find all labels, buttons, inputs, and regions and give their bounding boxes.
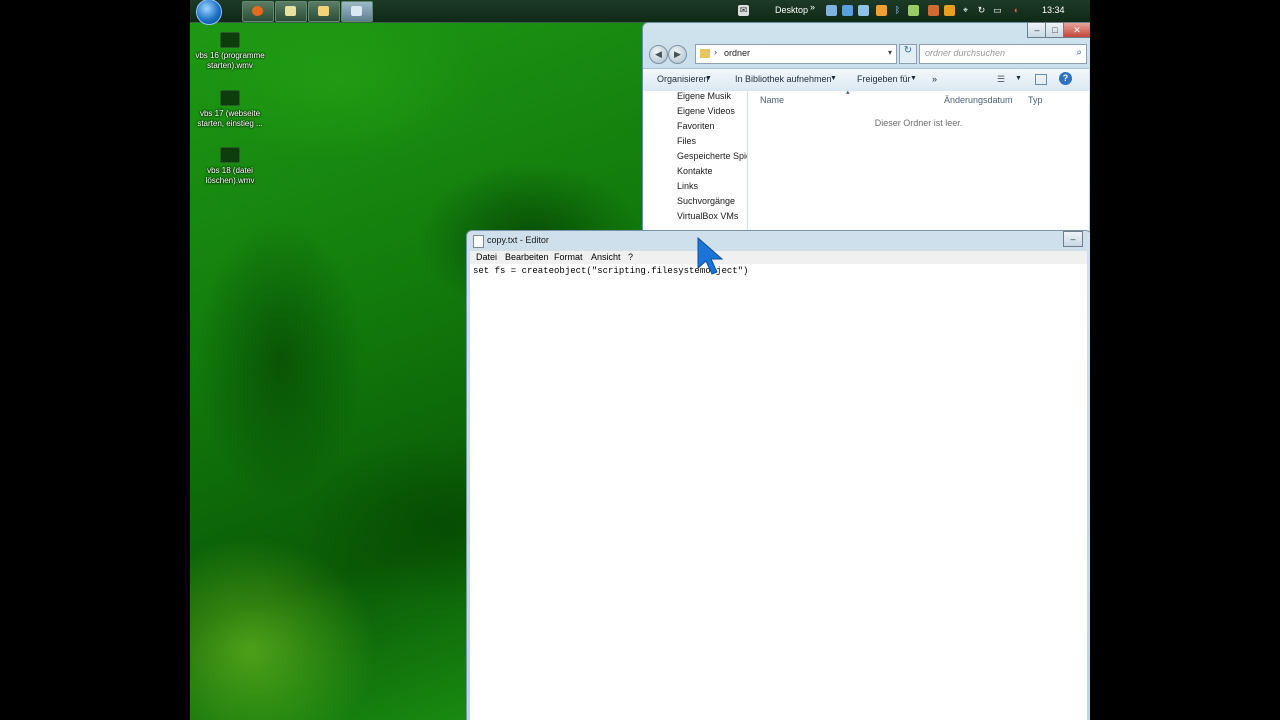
desktop-file-label: vbs 16 (programme starten).wmv: [195, 51, 265, 70]
taskbar-notes-button[interactable]: [275, 1, 307, 22]
search-input[interactable]: ordner durchsuchen ⌕: [919, 44, 1087, 64]
refresh-button[interactable]: ↻: [899, 44, 917, 64]
breadcrumb-arrow-icon[interactable]: ›: [714, 47, 717, 57]
more-commands-button[interactable]: »: [932, 74, 937, 84]
desktop-file-label: vbs 18 (datei löschen).wmv: [205, 166, 255, 185]
minimize-button[interactable]: –: [1063, 231, 1083, 247]
file-list: Name ▴ Änderungsdatum Typ Dieser Ordner …: [748, 89, 1089, 233]
start-button[interactable]: [196, 0, 222, 25]
column-type[interactable]: Typ: [1028, 95, 1043, 105]
chrome-icon[interactable]: [842, 5, 853, 16]
menu-format[interactable]: Format: [554, 252, 583, 262]
sync-icon[interactable]: ↻: [976, 5, 987, 16]
search-placeholder: ordner durchsuchen: [925, 48, 1006, 58]
navigation-pane: Eigene Musik Eigene Videos Favoriten Fil…: [643, 91, 748, 233]
help-icon[interactable]: ?: [1059, 72, 1072, 85]
share-button[interactable]: Freigeben für: [857, 74, 911, 84]
notepad-icon: [351, 6, 362, 16]
mouse-cursor-icon: [697, 236, 724, 275]
network-icon[interactable]: [826, 5, 837, 16]
preview-pane-icon[interactable]: [1035, 74, 1047, 85]
command-bar: Organisieren ▼ In Bibliothek aufnehmen ▼…: [643, 68, 1089, 92]
nav-item-videos[interactable]: Eigene Videos: [677, 106, 747, 116]
folder-icon: [700, 49, 710, 58]
forward-button[interactable]: ▶: [668, 45, 687, 64]
volume-muted-icon[interactable]: ◖: [1010, 5, 1021, 16]
back-button[interactable]: ◀: [649, 45, 668, 64]
nav-item-searches[interactable]: Suchvorgänge: [677, 196, 747, 206]
desktop-file-icon[interactable]: vbs 17 (webseite starten, einstieg ...: [190, 90, 270, 129]
organize-button[interactable]: Organisieren: [657, 74, 709, 84]
library-button[interactable]: In Bibliothek aufnehmen: [735, 74, 832, 84]
arrow-icon[interactable]: [928, 5, 939, 16]
maximize-button[interactable]: □: [1045, 22, 1065, 38]
taskbar-firefox-button[interactable]: [242, 1, 274, 22]
sort-arrow-icon: ▴: [846, 89, 850, 96]
chevron-down-icon[interactable]: ▼: [830, 75, 837, 82]
firefox-icon: [252, 6, 263, 16]
notepad-icon: [473, 235, 484, 248]
chevron-down-icon[interactable]: ▾: [888, 48, 892, 57]
notes-icon: [285, 6, 296, 16]
view-options-icon[interactable]: ☰: [997, 74, 1005, 85]
empty-folder-message: Dieser Ordner ist leer.: [874, 118, 963, 128]
desktop-toolbar-label[interactable]: Desktop: [775, 5, 808, 15]
chevron-down-icon[interactable]: ▼: [910, 75, 917, 82]
folder-icon[interactable]: [876, 5, 887, 16]
chevron-down-icon[interactable]: ▼: [705, 75, 712, 82]
nav-item-virtualbox[interactable]: VirtualBox VMs: [677, 211, 747, 221]
nav-item-links[interactable]: Links: [677, 181, 747, 191]
close-button[interactable]: ✕: [1063, 22, 1090, 38]
window-title: copy.txt - Editor: [487, 235, 549, 245]
display-icon[interactable]: ▭: [992, 5, 1003, 16]
video-file-icon: [220, 147, 240, 163]
column-date[interactable]: Änderungsdatum: [944, 95, 1013, 105]
nav-item-music[interactable]: Eigene Musik: [677, 91, 747, 101]
text-editor[interactable]: set fs = createobject("scripting.filesys…: [470, 264, 1087, 720]
usb-icon[interactable]: [908, 5, 919, 16]
desktop-file-icon[interactable]: vbs 18 (datei löschen).wmv: [190, 147, 270, 186]
clock[interactable]: 13:34: [1042, 5, 1065, 15]
nav-item-files[interactable]: Files: [677, 136, 747, 146]
mail-icon[interactable]: ✉: [738, 5, 749, 16]
address-row: ◀ ▶ › ordner ▾ ↻ ordner durchsuchen ⌕: [647, 43, 1087, 65]
bluetooth-icon[interactable]: ᛒ: [892, 5, 903, 16]
minimize-button[interactable]: –: [1027, 22, 1047, 38]
search-icon[interactable]: ⌕: [1076, 47, 1082, 58]
menu-view[interactable]: Ansicht: [591, 252, 621, 262]
taskbar-explorer-button[interactable]: [308, 1, 340, 22]
address-bar[interactable]: › ordner ▾: [695, 44, 897, 64]
nav-item-saved-games[interactable]: Gespeicherte Spiele: [677, 151, 747, 161]
flag-icon[interactable]: [944, 5, 955, 16]
video-file-icon: [220, 90, 240, 106]
network-icon[interactable]: [858, 5, 869, 16]
menu-file[interactable]: Datei: [476, 252, 497, 262]
chevron-down-icon[interactable]: ▼: [1015, 75, 1022, 82]
folder-icon: [318, 6, 329, 16]
menu-help[interactable]: ?: [628, 252, 633, 262]
taskbar-notepad-button[interactable]: [341, 1, 373, 22]
notepad-window: copy.txt - Editor – Datei Bearbeiten For…: [466, 230, 1090, 720]
column-name[interactable]: Name: [760, 95, 784, 105]
menu-bar: Datei Bearbeiten Format Ansicht ?: [470, 251, 1087, 264]
nav-item-contacts[interactable]: Kontakte: [677, 166, 747, 176]
pin-icon[interactable]: ⌖: [960, 5, 971, 16]
video-file-icon: [220, 32, 240, 48]
explorer-window: – □ ✕ ◀ ▶ › ordner ▾ ↻ ordner durchsuche…: [642, 22, 1090, 234]
toolbar-expand-icon[interactable]: »: [810, 2, 815, 12]
menu-edit[interactable]: Bearbeiten: [505, 252, 549, 262]
breadcrumb[interactable]: ordner: [724, 48, 750, 58]
desktop: ✉ Desktop » ᛒ ⌖ ↻ ▭ ◖ 13:34 vbs 16 (prog…: [190, 0, 1090, 720]
taskbar: ✉ Desktop » ᛒ ⌖ ↻ ▭ ◖ 13:34: [190, 0, 1090, 25]
desktop-file-icon[interactable]: vbs 16 (programme starten).wmv: [190, 32, 270, 71]
desktop-file-label: vbs 17 (webseite starten, einstieg ...: [197, 109, 263, 128]
nav-item-favorites[interactable]: Favoriten: [677, 121, 747, 131]
